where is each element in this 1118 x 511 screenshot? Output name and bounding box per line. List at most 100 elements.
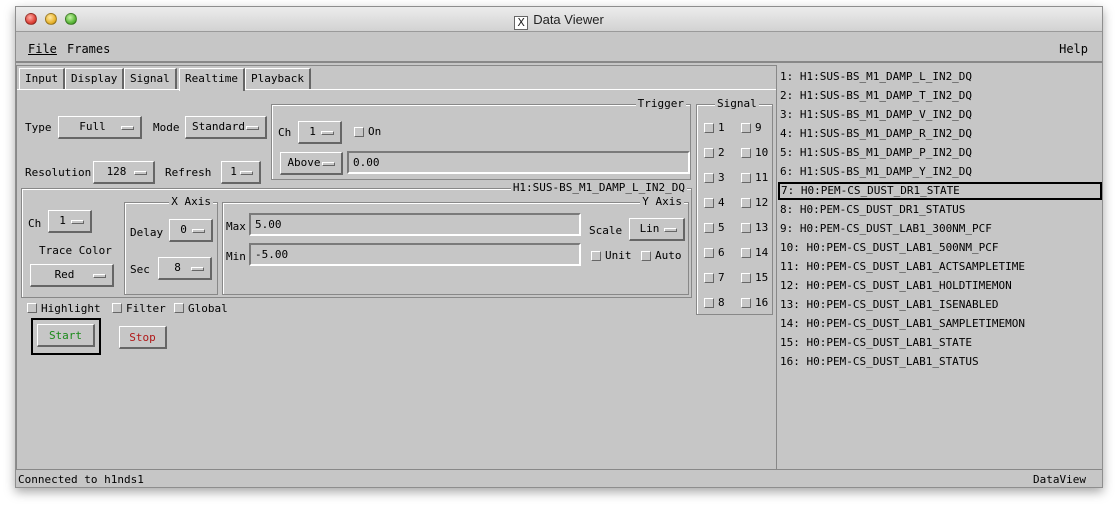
channel-list-item[interactable]: 5: H1:SUS-BS_M1_DAMP_P_IN2_DQ bbox=[778, 144, 1102, 162]
start-button-label: Start bbox=[48, 329, 83, 342]
mode-select[interactable]: Standard bbox=[185, 116, 267, 139]
channel-ch-value: 1 bbox=[59, 214, 66, 227]
tab-display[interactable]: Display bbox=[65, 68, 125, 89]
realtime-tab-content: Type Full Mode Standard Resolution 128 R… bbox=[17, 89, 776, 469]
channel-list-item[interactable]: 2: H1:SUS-BS_M1_DAMP_T_IN2_DQ bbox=[778, 87, 1102, 105]
signal-number-label: 3 bbox=[718, 171, 725, 184]
signal-checkbox[interactable] bbox=[704, 248, 714, 258]
signal-checkbox[interactable] bbox=[741, 123, 751, 133]
tab-realtime[interactable]: Realtime bbox=[179, 68, 245, 91]
channel-list-item[interactable]: 6: H1:SUS-BS_M1_DAMP_Y_IN2_DQ bbox=[778, 163, 1102, 181]
signal-checkbox[interactable] bbox=[741, 298, 751, 308]
channel-list-item[interactable]: 15: H0:PEM-CS_DUST_LAB1_STATE bbox=[778, 334, 1102, 352]
stop-button[interactable]: Stop bbox=[119, 326, 167, 349]
trace-color-label: Trace Color bbox=[39, 244, 112, 257]
refresh-select[interactable]: 1 bbox=[221, 161, 261, 184]
tab-input[interactable]: Input bbox=[19, 68, 66, 89]
trigger-on-checkbox[interactable] bbox=[354, 127, 364, 137]
delay-select[interactable]: 0 bbox=[169, 219, 213, 242]
option-menu-icon bbox=[246, 126, 259, 130]
min-input[interactable]: -5.00 bbox=[249, 243, 581, 266]
signal-checkbox[interactable] bbox=[704, 123, 714, 133]
data-viewer-window: X Data Viewer File Frames Help Input Disp… bbox=[15, 6, 1103, 488]
trace-color-select[interactable]: Red bbox=[30, 264, 114, 287]
tab-playback[interactable]: Playback bbox=[245, 68, 311, 89]
mode-value: Standard bbox=[192, 120, 245, 133]
menu-file-label: File bbox=[28, 42, 57, 56]
global-label: Global bbox=[188, 302, 228, 315]
option-menu-icon bbox=[93, 274, 106, 278]
y-axis-title: Y Axis bbox=[640, 195, 684, 208]
signal-checkbox[interactable] bbox=[704, 298, 714, 308]
signal-checkbox[interactable] bbox=[741, 248, 751, 258]
scale-label: Scale bbox=[589, 224, 623, 237]
scale-select[interactable]: Lin bbox=[629, 218, 685, 241]
channel-list-item[interactable]: 12: H0:PEM-CS_DUST_LAB1_HOLDTIMEMON bbox=[778, 277, 1102, 295]
unit-checkbox[interactable] bbox=[591, 251, 601, 261]
channel-list-item[interactable]: 7: H0:PEM-CS_DUST_DR1_STATE bbox=[778, 182, 1102, 200]
menu-help[interactable]: Help bbox=[1059, 42, 1088, 56]
option-menu-icon bbox=[321, 131, 334, 135]
trigger-on-label: On bbox=[368, 125, 382, 138]
channel-settings-group: H1:SUS-BS_M1_DAMP_L_IN2_DQ Ch 1 Trace Co… bbox=[21, 181, 692, 298]
title-bar[interactable]: X Data Viewer bbox=[16, 7, 1102, 32]
unit-label: Unit bbox=[605, 249, 632, 262]
signal-checkbox[interactable] bbox=[741, 148, 751, 158]
trigger-ch-select[interactable]: 1 bbox=[298, 121, 342, 144]
type-select[interactable]: Full bbox=[58, 116, 142, 139]
channel-list-item[interactable]: 9: H0:PEM-CS_DUST_LAB1_300NM_PCF bbox=[778, 220, 1102, 238]
signal-number-label: 14 bbox=[755, 246, 769, 259]
resolution-select[interactable]: 128 bbox=[93, 161, 155, 184]
resolution-label: Resolution bbox=[25, 166, 92, 179]
highlight-label: Highlight bbox=[41, 302, 101, 315]
trigger-level-input[interactable]: 0.00 bbox=[347, 151, 690, 174]
channel-list-item[interactable]: 10: H0:PEM-CS_DUST_LAB1_500NM_PCF bbox=[778, 239, 1102, 257]
channel-list-item[interactable]: 4: H1:SUS-BS_M1_DAMP_R_IN2_DQ bbox=[778, 125, 1102, 143]
highlight-checkbox[interactable] bbox=[27, 303, 37, 313]
min-label: Min bbox=[226, 250, 246, 263]
option-menu-icon bbox=[191, 267, 204, 271]
signal-number-label: 11 bbox=[755, 171, 769, 184]
control-panel: Input Display Signal Realtime Playback T… bbox=[16, 65, 777, 470]
signal-checkbox[interactable] bbox=[741, 173, 751, 183]
channel-list-item[interactable]: 13: H0:PEM-CS_DUST_LAB1_ISENABLED bbox=[778, 296, 1102, 314]
menu-frames[interactable]: Frames bbox=[67, 42, 110, 56]
channel-list-item[interactable]: 14: H0:PEM-CS_DUST_LAB1_SAMPLETIMEMON bbox=[778, 315, 1102, 333]
channel-ch-select[interactable]: 1 bbox=[48, 210, 92, 233]
signal-checkbox[interactable] bbox=[704, 273, 714, 283]
channel-list-item[interactable]: 16: H0:PEM-CS_DUST_LAB1_STATUS bbox=[778, 353, 1102, 371]
channel-list-item[interactable]: 1: H1:SUS-BS_M1_DAMP_L_IN2_DQ bbox=[778, 68, 1102, 86]
auto-checkbox[interactable] bbox=[641, 251, 651, 261]
global-checkbox[interactable] bbox=[174, 303, 184, 313]
signal-number-label: 10 bbox=[755, 146, 769, 159]
option-menu-icon bbox=[240, 171, 253, 175]
sec-select[interactable]: 8 bbox=[158, 257, 212, 280]
stop-button-label: Stop bbox=[129, 331, 156, 344]
channel-list-item[interactable]: 11: H0:PEM-CS_DUST_LAB1_ACTSAMPLETIME bbox=[778, 258, 1102, 276]
signal-number-label: 12 bbox=[755, 196, 769, 209]
signal-checkbox[interactable] bbox=[704, 223, 714, 233]
signal-checkbox[interactable] bbox=[704, 173, 714, 183]
signal-number-label: 16 bbox=[755, 296, 769, 309]
trigger-condition-select[interactable]: Above bbox=[280, 152, 343, 175]
channel-list-item[interactable]: 8: H0:PEM-CS_DUST_DR1_STATUS bbox=[778, 201, 1102, 219]
max-input[interactable]: 5.00 bbox=[249, 213, 581, 236]
tab-signal[interactable]: Signal bbox=[124, 68, 177, 89]
signal-checkbox[interactable] bbox=[704, 198, 714, 208]
max-label: Max bbox=[226, 220, 246, 233]
signal-checkbox[interactable] bbox=[741, 223, 751, 233]
filter-label: Filter bbox=[126, 302, 166, 315]
trigger-condition-value: Above bbox=[287, 156, 321, 169]
auto-label: Auto bbox=[655, 249, 682, 262]
signal-group-title: Signal bbox=[715, 97, 759, 110]
channel-list-item[interactable]: 3: H1:SUS-BS_M1_DAMP_V_IN2_DQ bbox=[778, 106, 1102, 124]
signal-number-label: 2 bbox=[718, 146, 725, 159]
start-button[interactable]: Start bbox=[37, 324, 95, 347]
refresh-value: 1 bbox=[230, 165, 237, 178]
filter-checkbox[interactable] bbox=[112, 303, 122, 313]
signal-checkbox[interactable] bbox=[704, 148, 714, 158]
signal-checkbox[interactable] bbox=[741, 273, 751, 283]
signal-checkbox[interactable] bbox=[741, 198, 751, 208]
trigger-title: Trigger bbox=[635, 97, 686, 110]
menu-file[interactable]: File bbox=[28, 42, 57, 56]
